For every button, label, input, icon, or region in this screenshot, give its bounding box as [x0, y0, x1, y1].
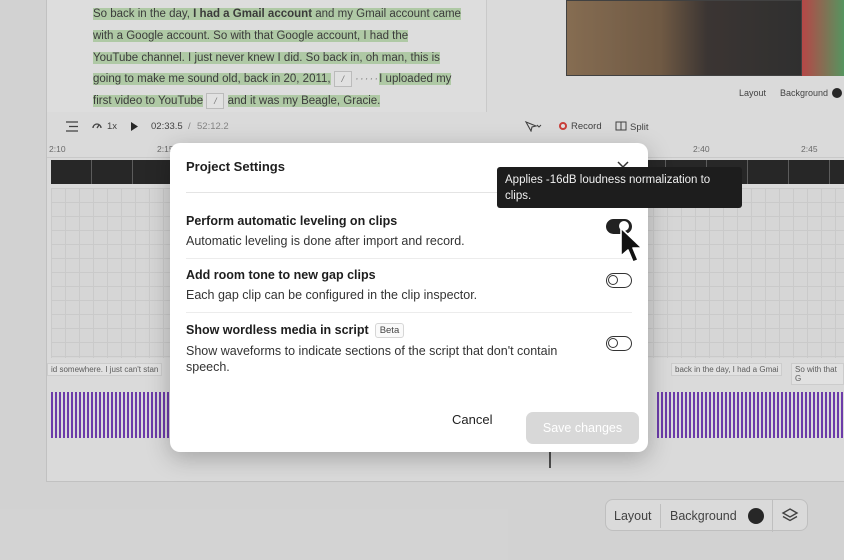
toggle-knob: [608, 275, 618, 285]
setting-auto-leveling: Perform automatic leveling on clips Auto…: [186, 214, 632, 249]
cancel-button[interactable]: Cancel: [452, 412, 492, 427]
setting-description: Show waveforms to indicate sections of t…: [186, 344, 558, 374]
dialog-title: Project Settings: [186, 159, 285, 174]
auto-leveling-tooltip: Applies -16dB loudness normalization to …: [497, 167, 742, 208]
room-tone-toggle[interactable]: [606, 273, 632, 288]
setting-title: Perform automatic leveling on clips: [186, 214, 398, 228]
save-changes-button[interactable]: Save changes: [526, 412, 639, 444]
toggle-knob: [608, 338, 618, 348]
wordless-media-toggle[interactable]: [606, 336, 632, 351]
setting-room-tone: Add room tone to new gap clips Each gap …: [186, 268, 632, 303]
setting-title: Add room tone to new gap clips: [186, 268, 376, 282]
row-divider: [186, 258, 632, 259]
setting-wordless-media: Show wordless media in script Beta Show w…: [186, 323, 632, 375]
setting-title: Show wordless media in script Beta: [186, 323, 632, 338]
setting-description: Automatic leveling is done after import …: [186, 234, 465, 248]
beta-badge: Beta: [374, 323, 405, 338]
row-divider: [186, 312, 632, 313]
setting-description: Each gap clip can be configured in the c…: [186, 288, 478, 302]
mouse-pointer-icon: [618, 226, 644, 268]
